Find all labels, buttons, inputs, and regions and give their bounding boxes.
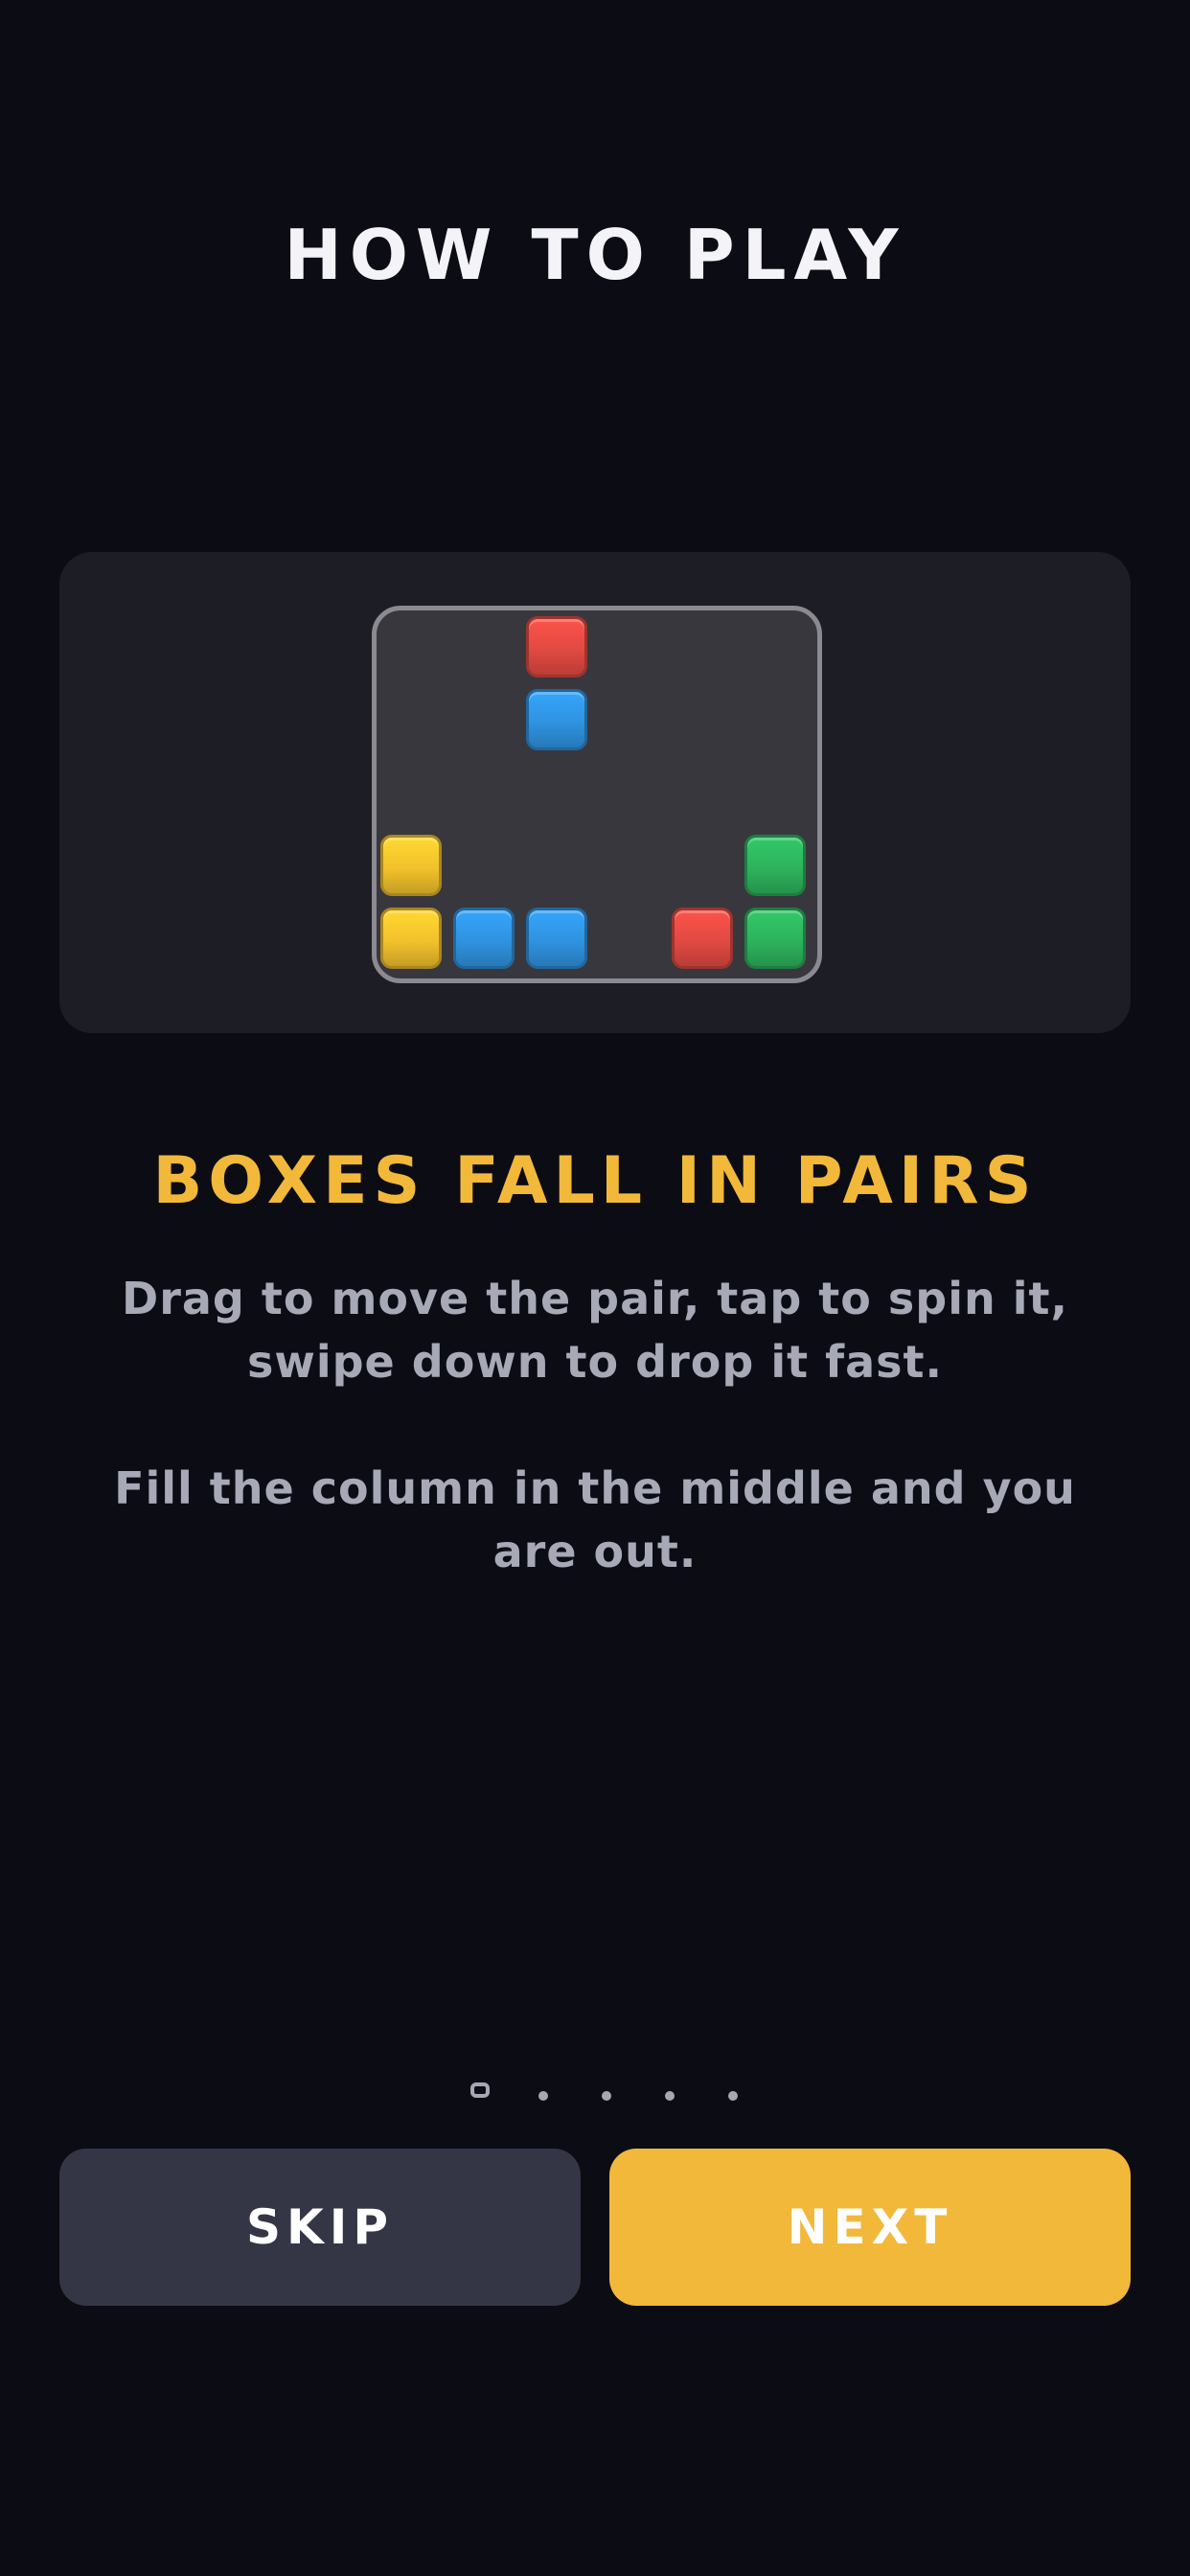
yellow-block bbox=[380, 908, 442, 969]
tutorial-instructions: Drag to move the pair, tap to spin it, s… bbox=[122, 1273, 1068, 1388]
green-block bbox=[744, 835, 806, 896]
gameplay-preview-card bbox=[59, 552, 1131, 1033]
yellow-block bbox=[380, 835, 442, 896]
page-dot bbox=[602, 2091, 611, 2101]
next-button[interactable]: NEXT bbox=[609, 2149, 1131, 2306]
skip-button[interactable]: SKIP bbox=[59, 2149, 581, 2306]
blue-block bbox=[453, 908, 515, 969]
page-dot bbox=[665, 2091, 675, 2101]
red-block bbox=[526, 616, 587, 678]
green-block bbox=[744, 908, 806, 969]
blue-block bbox=[526, 908, 587, 969]
red-block bbox=[672, 908, 733, 969]
page-dot bbox=[538, 2091, 548, 2101]
blue-block bbox=[526, 689, 587, 750]
page-dot-active bbox=[470, 2082, 490, 2098]
tutorial-warning: Fill the column in the middle and you ar… bbox=[114, 1462, 1076, 1577]
tutorial-heading: BOXES FALL IN PAIRS bbox=[152, 1143, 1038, 1219]
page-indicator bbox=[0, 2076, 1190, 2104]
page-dot bbox=[728, 2091, 738, 2101]
game-board-preview bbox=[372, 606, 822, 983]
page-title: HOW TO PLAY bbox=[284, 215, 906, 295]
